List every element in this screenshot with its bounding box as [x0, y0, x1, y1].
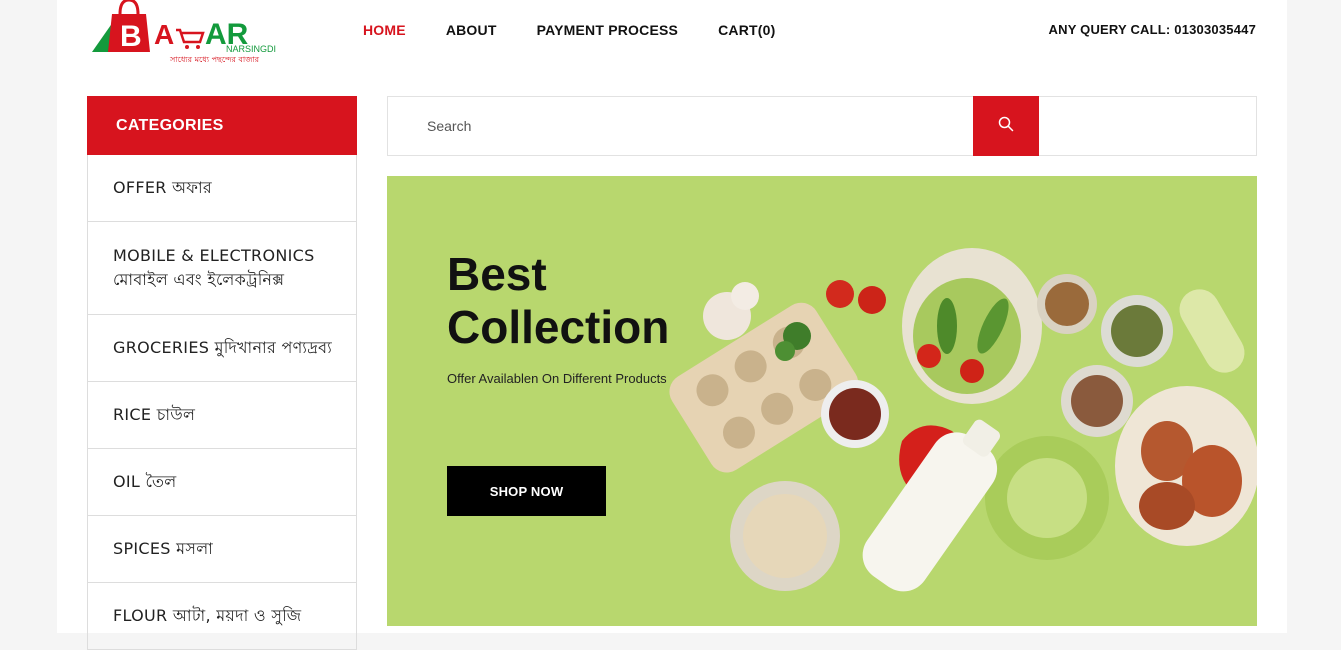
categories-title: CATEGORIES	[87, 96, 357, 155]
category-flour[interactable]: FLOUR আটা, ময়দা ও সুজি	[88, 583, 356, 650]
banner-subtitle: Offer Availablen On Different Products	[447, 371, 667, 386]
svg-text:B: B	[120, 20, 142, 53]
svg-text:NARSINGDI: NARSINGDI	[226, 44, 276, 54]
contact-phone: ANY QUERY CALL: 01303035447	[1048, 22, 1256, 37]
svg-text:A: A	[154, 19, 174, 50]
search-button[interactable]	[973, 96, 1039, 156]
site-logo[interactable]: B A AR NARSINGDI সাধ্যের মধ্যে পছন্দের ব…	[90, 0, 290, 68]
search-bar	[387, 96, 1257, 156]
shop-now-button[interactable]: SHOP NOW	[447, 466, 606, 516]
main-nav: HOME ABOUT PAYMENT PROCESS CART(0)	[363, 22, 815, 38]
nav-payment-process[interactable]: PAYMENT PROCESS	[537, 22, 678, 38]
search-input[interactable]	[388, 97, 973, 155]
groceries-illustration	[669, 248, 1257, 592]
categories-panel: CATEGORIES OFFER অফার MOBILE & ELECTRONI…	[87, 96, 357, 650]
nav-about[interactable]: ABOUT	[446, 22, 497, 38]
category-groceries[interactable]: GROCERIES মুদিখানার পণ্যদ্রব্য	[88, 315, 356, 382]
category-mobile-electronics[interactable]: MOBILE & ELECTRONICS মোবাইল এবং ইলেকট্রন…	[88, 222, 356, 315]
hero-banner: Best Collection Offer Availablen On Diff…	[387, 176, 1257, 626]
nav-cart[interactable]: CART(0)	[718, 22, 775, 38]
category-oil[interactable]: OIL তৈল	[88, 449, 356, 516]
category-spices[interactable]: SPICES মসলা	[88, 516, 356, 583]
svg-text:সাধ্যের মধ্যে পছন্দের বাজার: সাধ্যের মধ্যে পছন্দের বাজার	[169, 55, 260, 64]
page: B A AR NARSINGDI সাধ্যের মধ্যে পছন্দের ব…	[57, 0, 1287, 650]
nav-home[interactable]: HOME	[363, 22, 406, 38]
category-offer[interactable]: OFFER অফার	[88, 155, 356, 222]
category-list: OFFER অফার MOBILE & ELECTRONICS মোবাইল এ…	[87, 155, 357, 650]
category-rice[interactable]: RICE চাউল	[88, 382, 356, 449]
search-icon	[998, 116, 1014, 137]
